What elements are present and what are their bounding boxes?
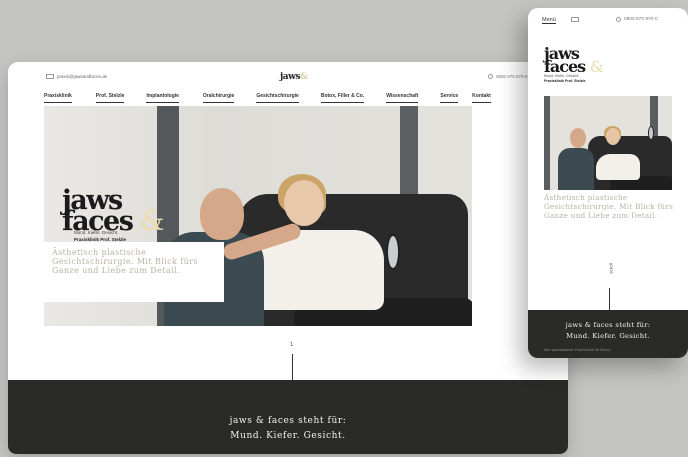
mobile-sub-line2: Praxisklinik Prof. Stelzle [544,79,586,83]
dark-section: jaws & faces steht für: Mund. Kiefer. Ge… [8,380,568,454]
mail-icon [46,74,54,79]
header-logo-amp: & [299,72,308,82]
mobile-dark-line3: Ihre spezialisierte Praxisklinik für Mun… [544,348,611,352]
mobile-phone-link[interactable]: 0800 870 970-0 [616,17,658,22]
mobile-subtitle: Mund. Kiefer. Gesicht. Praxisklinik Prof… [544,74,586,84]
nav-item-gesichtschirurgie[interactable]: Gesichtschirurgie [256,93,299,103]
doctor-head [200,188,244,240]
mobile-doctor-body [558,148,594,190]
email-link[interactable]: praxis@jawsandfaces.de [46,74,107,79]
patient-face [284,180,324,226]
mobile-brand-amp: & [589,56,604,76]
mobile-patient-body [596,154,640,180]
dark-heading-line1: jaws & faces steht für: [229,416,347,426]
nav-item-service[interactable]: Service [440,93,459,103]
hero-quote-card: Ästhetisch plastische Gesichtschirurgie.… [44,242,224,302]
scroll-indicator[interactable]: 1 [288,342,296,382]
scroll-line [292,354,293,382]
nav-item-botox-filler[interactable]: Botox, Filler & Co. [320,93,365,103]
nav-item-kontakt[interactable]: Kontakt [472,93,491,103]
header-logo[interactable]: jaws& [280,72,308,82]
hand-mirror [386,234,400,270]
mobile-quote-text: Ästhetisch plastische Gesichtschirurgie.… [544,193,674,220]
hero-logo: jaws faces & [62,187,164,235]
mobile-scroll-label: scroll [608,263,614,274]
mobile-phone-text: 0800 870 970-0 [624,17,658,22]
desktop-topbar: praxis@jawsandfaces.de jaws& 0800 870 97… [8,62,568,90]
mobile-brand-line2-wrap: faces & [544,58,604,74]
mobile-dark-line1: jaws & faces steht für: [565,321,651,329]
scroll-number: 1 [290,342,294,348]
nav-item-oralchirurgie[interactable]: Oralchirurgie [202,93,235,103]
header-logo-text: jaws [280,72,300,82]
mobile-brand-line2: faces [544,56,586,76]
nav-item-wissenschaft[interactable]: Wissenschaft [386,93,419,103]
nav-item-implantologie[interactable]: Implantologie [146,93,179,103]
phone-icon [488,74,493,79]
mobile-quote: Ästhetisch plastische Gesichtschirurgie.… [544,193,680,220]
email-text: praxis@jawsandfaces.de [57,74,108,79]
nav-item-praxisklinik[interactable]: Praxisklinik [44,93,72,103]
nav-item-prof-stelzle[interactable]: Prof. Stelzle [95,93,125,103]
mobile-hero-image [544,96,672,190]
main-nav: Praxisklinik Prof. Stelzle Implantologie… [44,93,568,103]
desktop-mockup: praxis@jawsandfaces.de jaws& 0800 870 97… [8,62,568,454]
dark-heading-line2: Mund. Kiefer. Gesicht. [230,431,346,441]
mobile-pillar-left [544,96,550,190]
hero-quote-text: Ästhetisch plastische Gesichtschirurgie.… [52,248,198,275]
mobile-dark-section: jaws & faces steht für: Mund. Kiefer. Ge… [528,310,688,358]
phone-icon [616,17,621,22]
mobile-scroll-line [609,288,610,310]
mail-icon[interactable] [571,17,579,22]
mobile-doctor-head [570,128,586,148]
mobile-logo: jaws faces & [544,46,604,74]
mobile-mockup: Menü 0800 870 970-0 jaws faces & Mund. K… [528,8,688,358]
mobile-dark-line2: Mund. Kiefer. Gesicht. [566,332,650,340]
mobile-patient-face [606,128,620,145]
phone-text: 0800 870 970-0 [496,74,528,79]
menu-button[interactable]: Menü [542,17,556,24]
hero-sub-line2: Praxisklinik Prof. Stelzle [74,236,127,242]
mobile-mirror [648,126,654,140]
hero-brand-amp: & [140,206,164,237]
hero-brand-line2-wrap: faces & [62,208,164,235]
phone-link[interactable]: 0800 870 970-0 [488,74,528,79]
mobile-scroll-indicator[interactable]: scroll [604,260,614,310]
